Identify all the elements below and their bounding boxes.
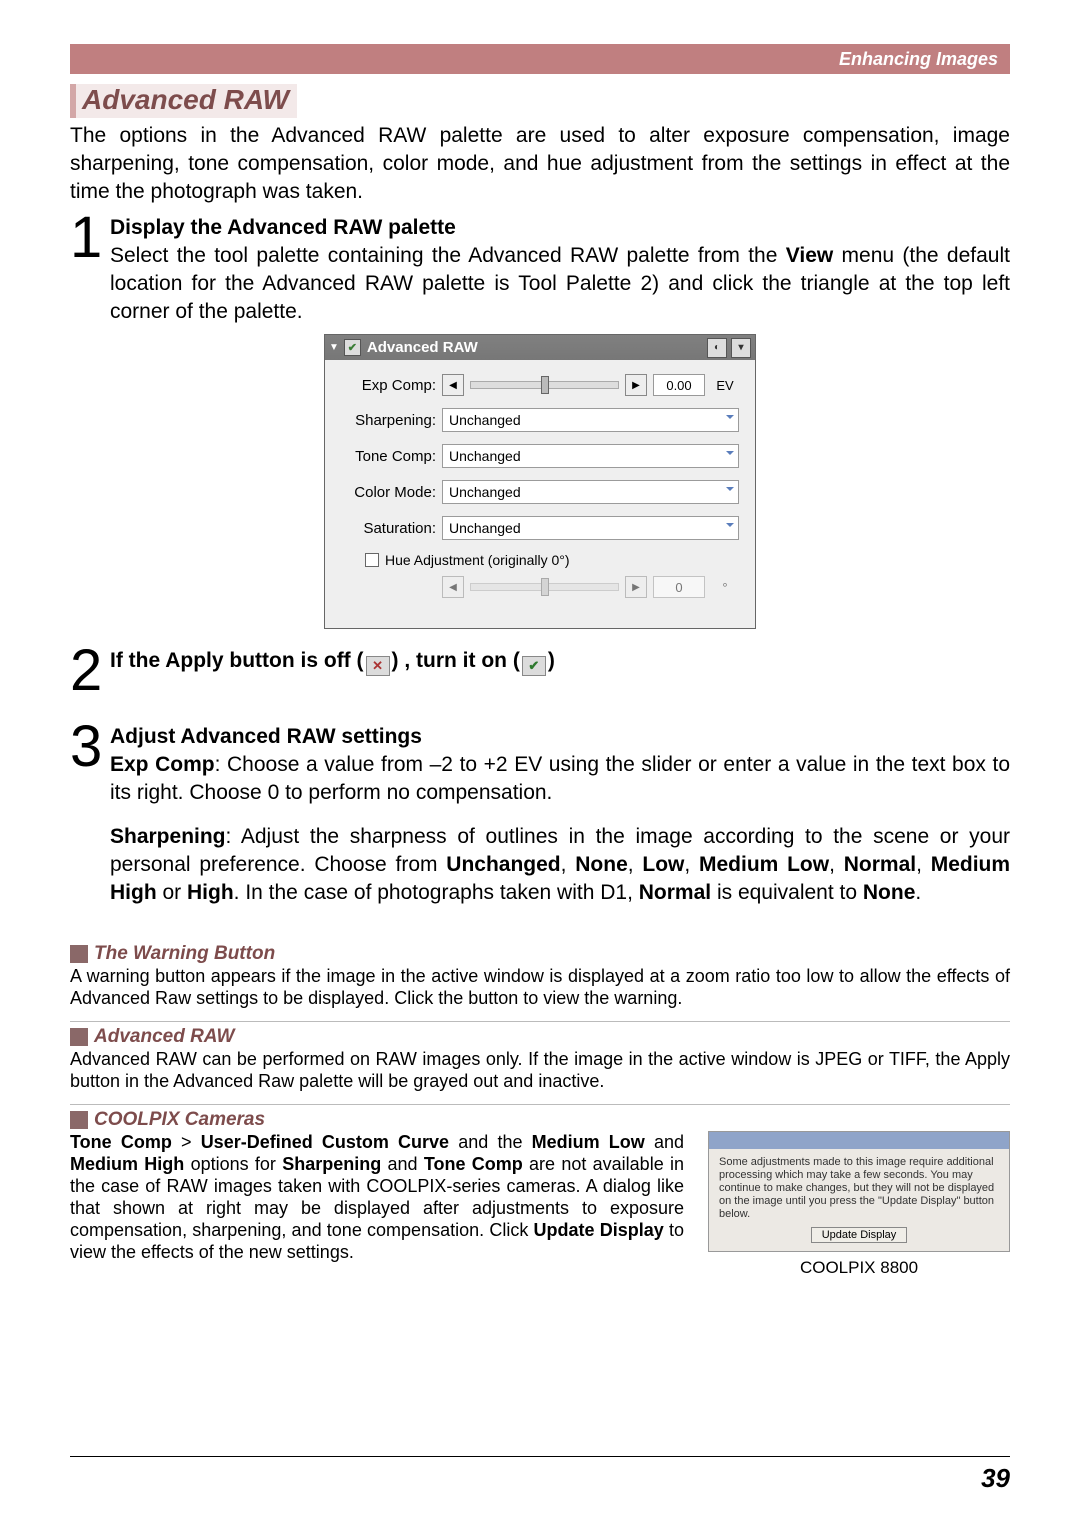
saturation-label: Saturation: [341, 520, 442, 537]
tonecomp-dropdown[interactable]: Unchanged [442, 444, 739, 468]
step-1-pre: Select the tool palette containing the A… [110, 244, 786, 267]
hue-value[interactable]: 0 [653, 576, 705, 598]
hue-checkbox[interactable] [365, 553, 379, 567]
sh-term: Sharpening [282, 1154, 381, 1174]
opt-none: None [575, 853, 628, 876]
step-number: 2 [70, 647, 110, 695]
expcomp-increment[interactable]: ▶ [625, 374, 647, 396]
chapter-header: Enhancing Images [70, 44, 1010, 74]
c-m2: and [645, 1132, 684, 1152]
hue-unit: ° [711, 580, 739, 595]
opt-high: High [187, 881, 234, 904]
step-1-title: Display the Advanced RAW palette [110, 216, 456, 239]
saturation-dropdown[interactable]: Unchanged [442, 516, 739, 540]
mh-term: Medium High [70, 1154, 184, 1174]
tonecomp-label: Tone Comp: [341, 448, 442, 465]
expcomp-slider[interactable] [470, 381, 619, 389]
view-menu-ref: View [786, 244, 833, 267]
note-warning-body: A warning button appears if the image in… [70, 965, 1010, 1009]
disclosure-triangle-icon[interactable]: ▼ [329, 342, 339, 353]
palette-screenshot: ▼ ✔ Advanced RAW ◐ ▾ Exp Comp: ◀ ▶ 0.00 … [324, 334, 756, 629]
opt-low: Low [642, 853, 684, 876]
sharpening-term: Sharpening [110, 825, 226, 848]
ud-term: Update Display [534, 1220, 664, 1240]
note-adv-body: Advanced RAW can be performed on RAW ima… [70, 1048, 1010, 1092]
chapter-caption: Enhancing Images [839, 44, 998, 74]
pencil-icon [70, 945, 88, 963]
note-coolpix-body: Tone Comp > User-Defined Custom Curve an… [70, 1131, 684, 1278]
udcc-term: User-Defined Custom Curve [201, 1132, 449, 1152]
sharpening-dropdown[interactable]: Unchanged [442, 408, 739, 432]
note-coolpix-title-row: COOLPIX Cameras [70, 1104, 1010, 1131]
opt-normal-2: Normal [639, 881, 711, 904]
expcomp-decrement[interactable]: ◀ [442, 374, 464, 396]
dialog-text: Some adjustments made to this image requ… [719, 1156, 994, 1220]
note-adv-title-row: Advanced RAW [70, 1021, 1010, 1048]
expcomp-term: Exp Comp [110, 753, 215, 776]
sharpening-mid: . In the case of photographs taken with … [234, 881, 639, 904]
hue-slider[interactable] [470, 583, 619, 591]
hue-increment[interactable]: ▶ [625, 576, 647, 598]
palette-menu-icon[interactable]: ▾ [731, 338, 751, 358]
snapshot-icon[interactable]: ◐ [707, 338, 727, 358]
step-3-title: Adjust Advanced RAW settings [110, 725, 422, 748]
footer-rule [70, 1456, 1010, 1457]
apply-toggle-icon[interactable]: ✔ [344, 339, 361, 356]
palette-title-text: Advanced RAW [367, 339, 478, 356]
tc-term: Tone Comp [70, 1132, 172, 1152]
note-adv-title: Advanced RAW [94, 1026, 234, 1048]
note-warning-title-row: The Warning Button [70, 939, 1010, 965]
expcomp-value[interactable]: 0.00 [653, 374, 705, 396]
pencil-icon [70, 1111, 88, 1129]
c-m4: and [381, 1154, 424, 1174]
section-title: Advanced RAW [70, 84, 297, 118]
expcomp-desc: : Choose a value from –2 to +2 EV using … [110, 753, 1010, 804]
apply-on-icon: ✔ [522, 656, 546, 676]
sharpening-label: Sharpening: [341, 412, 442, 429]
colormode-label: Color Mode: [341, 484, 442, 501]
sharpening-post: is equivalent to [711, 881, 863, 904]
step-number: 3 [70, 723, 110, 907]
expcomp-unit: EV [711, 378, 739, 393]
step-3: 3 Adjust Advanced RAW settings Exp Comp:… [70, 723, 1010, 907]
dialog-titlebar [709, 1132, 1009, 1149]
update-display-button[interactable]: Update Display [811, 1227, 908, 1243]
ml-term: Medium Low [532, 1132, 645, 1152]
tc2-term: Tone Comp [424, 1154, 523, 1174]
dialog-caption: COOLPIX 8800 [708, 1258, 1010, 1278]
c-m3: options for [184, 1154, 282, 1174]
step-2: 2 If the Apply button is off (✕) , turn … [70, 647, 1010, 695]
pencil-icon [70, 1028, 88, 1046]
opt-unchanged: Unchanged [446, 853, 560, 876]
intro-text: The options in the Advanced RAW palette … [70, 122, 1010, 206]
step-1: 1 Display the Advanced RAW palette Selec… [70, 214, 1010, 326]
note-warning-title: The Warning Button [94, 943, 275, 965]
dialog-figure: Some adjustments made to this image requ… [708, 1131, 1010, 1278]
opt-normal: Normal [844, 853, 916, 876]
gt: > [172, 1132, 201, 1152]
hue-label: Hue Adjustment (originally 0°) [385, 552, 570, 568]
colormode-dropdown[interactable]: Unchanged [442, 480, 739, 504]
step-2-pre: If the Apply button is off ( [110, 649, 364, 672]
hue-decrement[interactable]: ◀ [442, 576, 464, 598]
step-number: 1 [70, 214, 110, 326]
apply-off-icon: ✕ [366, 656, 390, 676]
palette-title-bar: ▼ ✔ Advanced RAW ◐ ▾ [325, 335, 755, 360]
opt-none-2: None [863, 881, 916, 904]
note-coolpix-title: COOLPIX Cameras [94, 1109, 265, 1131]
step-2-post: ) [548, 649, 555, 672]
c-m1: and the [449, 1132, 532, 1152]
page-number: 39 [981, 1463, 1010, 1494]
step-2-mid: ) , turn it on ( [392, 649, 520, 672]
opt-medlow: Medium Low [699, 853, 829, 876]
expcomp-label: Exp Comp: [341, 377, 442, 394]
